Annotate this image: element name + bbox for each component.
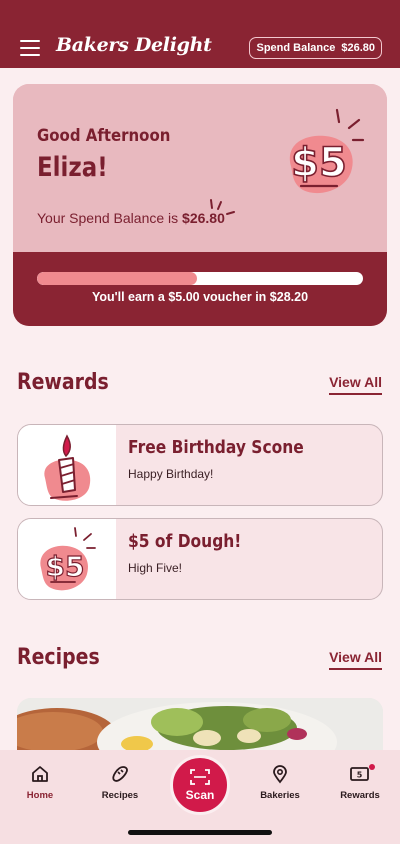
user-name: Eliza! [37, 152, 108, 183]
five-dollar-icon: $5 [40, 527, 96, 591]
voucher-progress-fill [37, 272, 197, 285]
scan-label: Scan [185, 787, 215, 802]
greeting-card: Good Afternoon Eliza! Your Spend Balance… [13, 84, 387, 326]
recipes-title: Recipes [17, 645, 100, 670]
reward-icon-box [18, 425, 116, 505]
brand-logo: Bakers Delight [56, 34, 212, 56]
home-indicator [128, 830, 272, 835]
greeting-text: Good Afternoon [37, 126, 171, 146]
tab-recipes[interactable]: Recipes [85, 764, 155, 801]
voucher-progress-bar [37, 272, 363, 285]
tab-home[interactable]: Home [5, 764, 75, 801]
reward-subtitle: High Five! [128, 561, 183, 575]
reward-subtitle: Happy Birthday! [128, 467, 214, 481]
home-icon [32, 766, 48, 782]
tab-label: Rewards [340, 790, 380, 801]
sparkle-icon [210, 199, 235, 215]
voucher-progress-label: You'll earn a $5.00 voucher in [91, 290, 267, 304]
scan-icon [190, 768, 210, 785]
tab-label: Home [26, 790, 54, 801]
reward-icon-box: $5 [18, 519, 116, 599]
reward-title: $5 of Dough! [128, 531, 242, 552]
scan-button[interactable]: Scan [170, 755, 230, 815]
reward-card-birthday[interactable]: Free Birthday Scone Happy Birthday! [17, 424, 383, 506]
five-dollar-icon-text: $5 [46, 550, 85, 583]
birthday-candle-icon [44, 434, 91, 501]
tab-label: Bakeries [260, 790, 300, 801]
reward-card-five-dollar[interactable]: $5 $5 of Dough! High Five! [17, 518, 383, 600]
spend-balance-label: Spend Balance [256, 42, 336, 54]
menu-icon[interactable] [20, 40, 40, 56]
recipes-view-all-link[interactable]: View All [329, 649, 382, 670]
recipe-card-image[interactable] [17, 698, 383, 758]
svg-text:5: 5 [357, 771, 363, 780]
spend-balance-line: Your Spend Balance is $26.80 [37, 210, 225, 226]
five-dollar-badge-text: $5 [291, 140, 347, 186]
map-pin-icon [273, 765, 287, 784]
recipe-photo [17, 698, 383, 758]
rewards-title: Rewards [17, 370, 109, 395]
reward-title: Free Birthday Scone [128, 437, 304, 458]
voucher-progress-panel [13, 252, 387, 326]
spend-balance-value: $26.80 [341, 42, 375, 54]
five-dollar-badge-icon: $5 [289, 108, 365, 194]
top-bar: Bakers Delight Spend Balance $26.80 [0, 0, 400, 68]
tab-label: Recipes [101, 790, 139, 801]
rewards-view-all-link[interactable]: View All [329, 374, 382, 395]
voucher-progress-text: You'll earn a $5.00 voucher in $28.20 [13, 290, 387, 304]
spend-balance-pill[interactable]: Spend Balance $26.80 [249, 37, 382, 59]
tab-bakeries[interactable]: Bakeries [245, 764, 315, 801]
voucher-progress-amount: $28.20 [269, 290, 309, 304]
bread-icon [112, 766, 128, 782]
notification-dot [369, 764, 375, 770]
voucher-icon: 5 [350, 767, 369, 781]
spend-balance-prefix: Your Spend Balance is [37, 210, 179, 226]
tab-rewards[interactable]: 5 Rewards [325, 764, 395, 801]
